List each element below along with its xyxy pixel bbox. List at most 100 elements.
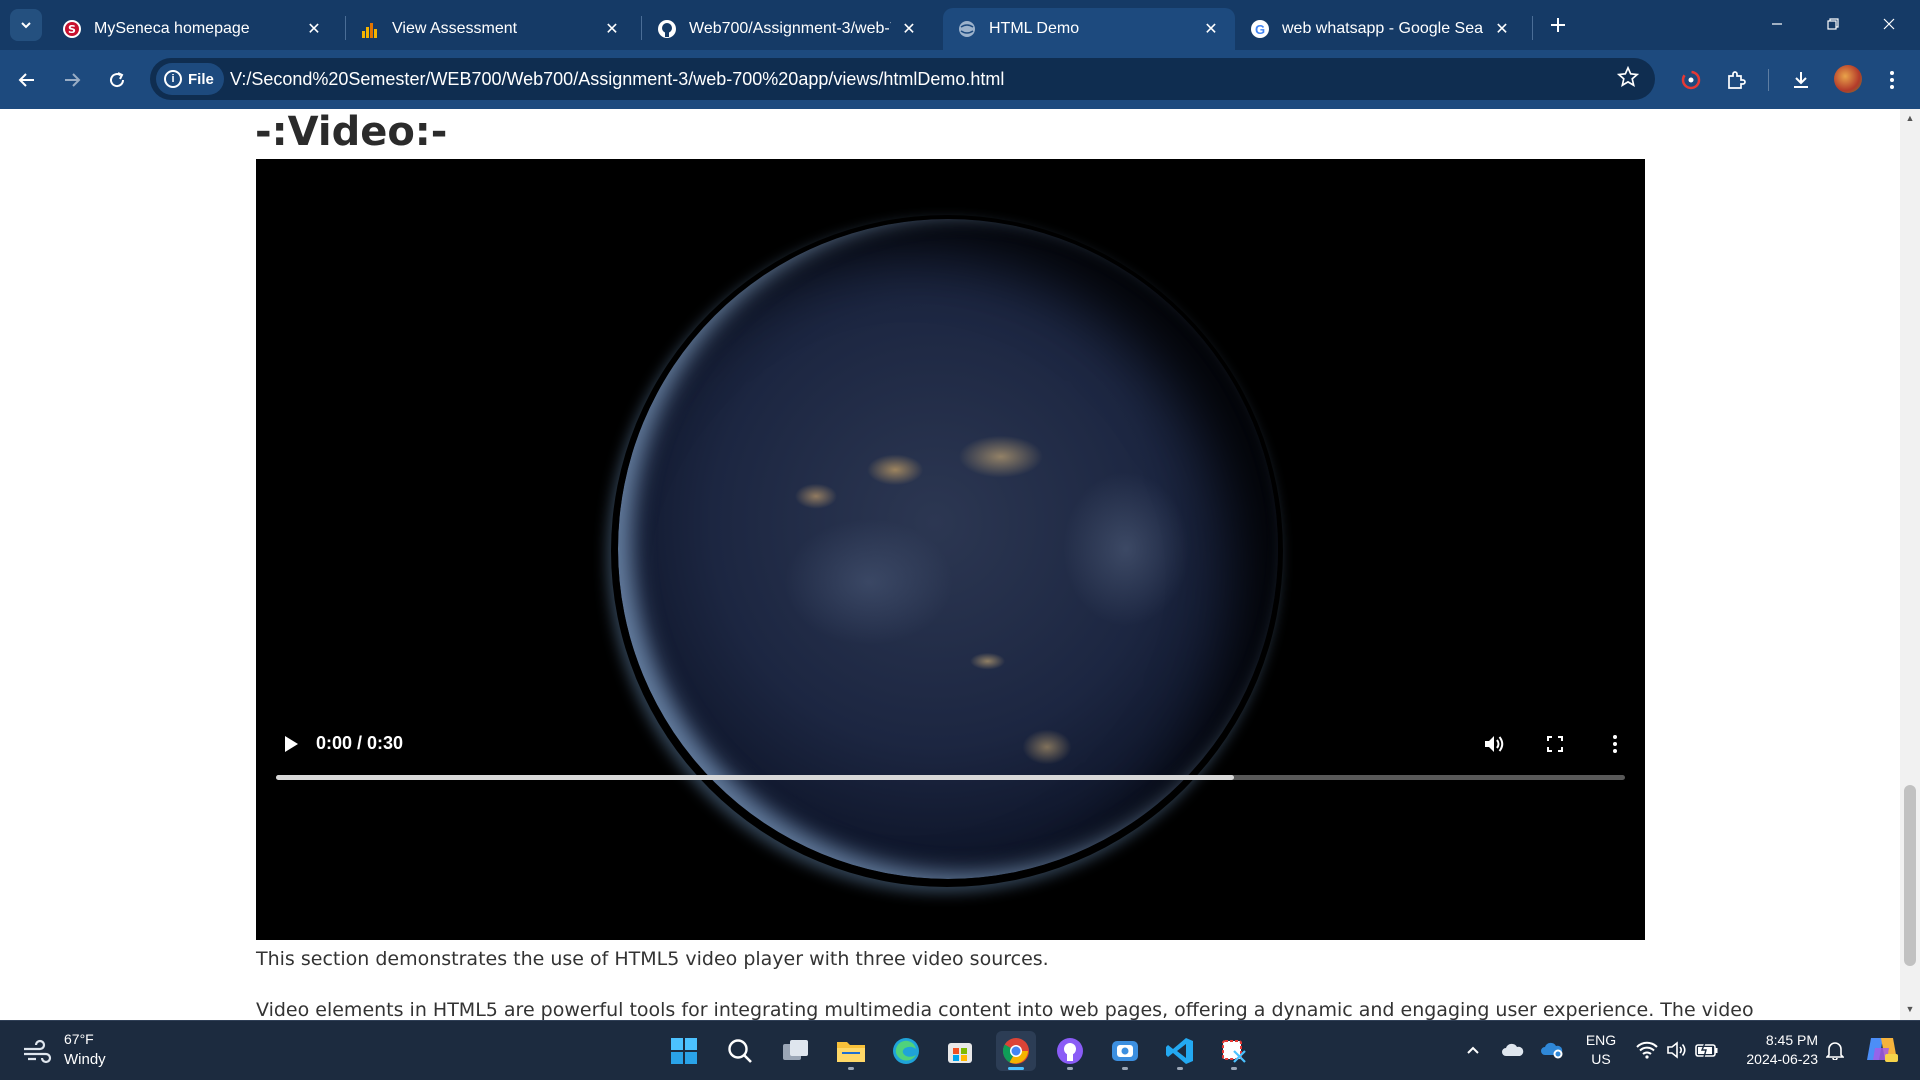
- windows-taskbar: 67°F Windy ENG US 8:45 PM 2024-06-23: [0, 1020, 1920, 1080]
- github-desktop-icon: [1057, 1038, 1083, 1064]
- scroll-up-arrow-icon[interactable]: ▲: [1905, 113, 1915, 123]
- wind-icon[interactable]: [22, 1039, 52, 1065]
- battery-icon[interactable]: [1694, 1037, 1720, 1063]
- taskbar-github-desktop[interactable]: [1050, 1031, 1090, 1071]
- region-code: US: [1591, 1051, 1611, 1067]
- volume-button[interactable]: [1479, 729, 1509, 759]
- onedrive-icon[interactable]: [1500, 1037, 1526, 1063]
- system-clock[interactable]: 8:45 PM 2024-06-23: [1736, 1031, 1818, 1069]
- taskbar-file-explorer[interactable]: [831, 1031, 871, 1071]
- back-button[interactable]: [11, 64, 43, 96]
- forward-button[interactable]: [56, 64, 88, 96]
- camera-icon: [1112, 1041, 1138, 1061]
- close-icon[interactable]: ✕: [1492, 19, 1512, 39]
- clock-date: 2024-06-23: [1746, 1051, 1818, 1067]
- search-icon: [728, 1039, 752, 1063]
- show-hidden-icons-button[interactable]: [1460, 1037, 1486, 1063]
- language-code: ENG: [1585, 1032, 1617, 1048]
- weather-temperature[interactable]: 67°F: [64, 1031, 94, 1047]
- new-tab-button[interactable]: [1543, 10, 1573, 40]
- vscode-icon: [1166, 1038, 1193, 1064]
- close-window-button[interactable]: [1866, 6, 1912, 42]
- language-indicator[interactable]: ENG US: [1584, 1031, 1618, 1069]
- play-button[interactable]: [276, 729, 306, 759]
- close-icon[interactable]: ✕: [899, 19, 919, 39]
- url-text[interactable]: V:/Second%20Semester/WEB700/Web700/Assig…: [230, 69, 1004, 90]
- toolbar-divider: [1768, 69, 1769, 91]
- weather-condition[interactable]: Windy: [64, 1051, 106, 1068]
- running-indicator: [1122, 1067, 1128, 1070]
- menu-kebab-icon[interactable]: [1876, 64, 1908, 96]
- svg-text:S: S: [68, 23, 76, 36]
- close-icon[interactable]: ✕: [1201, 19, 1221, 39]
- taskbar-vscode[interactable]: [1160, 1031, 1200, 1071]
- taskbar-snipping-tool[interactable]: [1214, 1031, 1254, 1071]
- play-icon: [285, 736, 298, 752]
- restore-button[interactable]: [1810, 6, 1856, 42]
- page-scrollbar[interactable]: ▲ ▼: [1900, 109, 1920, 1020]
- folder-icon: [837, 1042, 865, 1062]
- task-view-button[interactable]: [776, 1031, 816, 1071]
- video-player[interactable]: 0:00 / 0:30: [256, 159, 1645, 940]
- video-paragraph: Video elements in HTML5 are powerful too…: [256, 999, 1754, 1020]
- tab-myseneca[interactable]: S MySeneca homepage ✕: [48, 8, 338, 50]
- video-time: 0:00 / 0:30: [316, 733, 404, 753]
- speaker-icon[interactable]: [1664, 1037, 1690, 1063]
- close-icon[interactable]: ✕: [602, 19, 622, 39]
- task-view-icon: [783, 1040, 808, 1060]
- tab-html-demo[interactable]: HTML Demo ✕: [943, 8, 1235, 50]
- start-button[interactable]: [664, 1031, 704, 1071]
- plus-icon: [1551, 18, 1565, 32]
- tab-search-button[interactable]: [10, 9, 42, 41]
- tab-github[interactable]: Web700/Assignment-3/web-70 ✕: [643, 8, 933, 50]
- video-frame-earth: [618, 219, 1278, 879]
- minimize-button[interactable]: [1754, 6, 1800, 42]
- video-more-options-button[interactable]: [1600, 729, 1630, 759]
- wifi-icon[interactable]: [1634, 1037, 1660, 1063]
- copilot-icon[interactable]: [1864, 1033, 1900, 1065]
- address-bar[interactable]: i File V:/Second%20Semester/WEB700/Web70…: [150, 58, 1655, 100]
- github-icon: [657, 19, 677, 39]
- tab-title: View Assessment: [392, 20, 518, 37]
- clock-time: 8:45 PM: [1765, 1032, 1818, 1048]
- taskbar-screen-recorder[interactable]: [1105, 1031, 1145, 1071]
- globe-icon: [957, 19, 977, 39]
- restore-icon: [1827, 18, 1839, 30]
- scroll-down-arrow-icon[interactable]: ▼: [1905, 1004, 1915, 1014]
- running-indicator: [1231, 1067, 1237, 1070]
- close-icon[interactable]: ✕: [304, 19, 324, 39]
- chevron-up-icon: [1467, 1046, 1479, 1054]
- tab-strip: S MySeneca homepage ✕ View Assessment ✕ …: [0, 0, 1920, 50]
- extensions-puzzle-icon[interactable]: [1720, 64, 1752, 96]
- taskbar-search-button[interactable]: [720, 1031, 760, 1071]
- onedrive-sync-icon[interactable]: [1540, 1037, 1566, 1063]
- fullscreen-icon: [1547, 736, 1563, 752]
- site-info-chip[interactable]: i File: [156, 63, 224, 95]
- arrow-left-icon: [18, 73, 34, 87]
- fullscreen-button[interactable]: [1540, 729, 1570, 759]
- running-indicator: [848, 1067, 854, 1070]
- snipping-tool-icon: [1222, 1040, 1246, 1063]
- taskbar-edge[interactable]: [886, 1031, 926, 1071]
- tab-view-assessment[interactable]: View Assessment ✕: [346, 8, 636, 50]
- seneca-icon: S: [62, 19, 82, 39]
- active-indicator: [1008, 1067, 1024, 1070]
- notification-bell-icon[interactable]: [1822, 1037, 1848, 1063]
- google-icon: G: [1250, 19, 1270, 39]
- video-progress-bar[interactable]: [276, 775, 1625, 780]
- taskbar-chrome[interactable]: [996, 1031, 1036, 1071]
- tab-title: Web700/Assignment-3/web-70: [689, 20, 891, 37]
- volume-icon: [1485, 736, 1504, 752]
- scrollbar-thumb[interactable]: [1904, 785, 1916, 966]
- svg-text:G: G: [1255, 22, 1265, 37]
- downloads-icon[interactable]: [1785, 64, 1817, 96]
- tab-title: web whatsapp - Google Search: [1282, 20, 1484, 37]
- edge-browser-icon: [893, 1038, 919, 1064]
- taskbar-microsoft-store[interactable]: [940, 1031, 980, 1071]
- reload-button[interactable]: [101, 64, 133, 96]
- profile-avatar[interactable]: [1834, 65, 1862, 93]
- bookmark-star-icon[interactable]: [1616, 65, 1640, 94]
- extension-recorder-icon[interactable]: [1675, 64, 1707, 96]
- tab-google-search[interactable]: G web whatsapp - Google Search ✕: [1236, 8, 1526, 50]
- tab-title: MySeneca homepage: [94, 20, 250, 37]
